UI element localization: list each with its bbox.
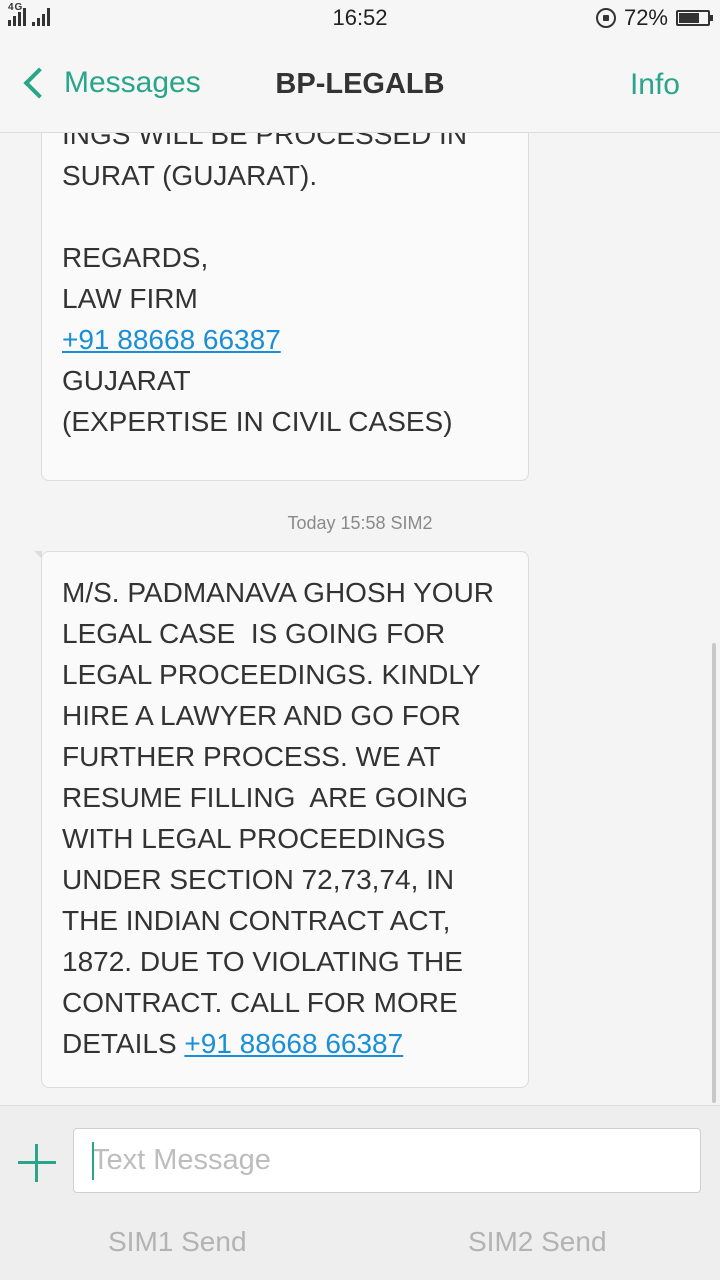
message-line: WITH LEGAL PROCEEDINGS (62, 823, 446, 854)
message-line (62, 196, 508, 237)
message-line: UNDER SECTION 72,73,74, IN (62, 864, 455, 895)
add-attachment-button[interactable] (18, 1144, 56, 1182)
message-line: FURTHER PROCESS. WE AT (62, 741, 441, 772)
message-line: GUJARAT (62, 365, 191, 396)
message-bubble[interactable]: M/S. PADMANAVA GHOSH YOUR LEGAL CASE IS … (34, 551, 529, 1088)
message-bubble[interactable]: INGS WILL BE PROCESSED IN SURAT (GUJARAT… (41, 133, 529, 481)
compose-bar: SIM1 Send SIM2 Send (0, 1105, 720, 1280)
message-input[interactable] (73, 1128, 701, 1193)
conversation-thread[interactable]: INGS WILL BE PROCESSED IN SURAT (GUJARAT… (0, 133, 720, 1105)
phone-link[interactable]: +91 88668 66387 (184, 1028, 403, 1059)
message-line: SURAT (GUJARAT). (62, 160, 318, 191)
message-line: RESUME FILLING ARE GOING (62, 782, 469, 813)
status-bar: 4G 16:52 72% (0, 0, 720, 36)
rotation-lock-icon (595, 8, 616, 28)
message-line: REGARDS, (62, 242, 209, 273)
messages-screen: 4G 16:52 72% Messages BP-LEGALB Info ING… (0, 0, 720, 1280)
message-line: DETAILS (62, 1028, 185, 1059)
info-button[interactable]: Info (630, 68, 680, 102)
message-line: LAW FIRM (62, 283, 198, 314)
sim2-send-button[interactable]: SIM2 Send (468, 1226, 607, 1258)
phone-link[interactable]: +91 88668 66387 (62, 324, 281, 355)
message-line: HIRE A LAWYER AND GO FOR (62, 700, 461, 731)
message-line: (EXPERTISE IN CIVIL CASES) (62, 406, 453, 437)
message-timestamp: Today 15:58 SIM2 (287, 513, 433, 533)
message-line: THE INDIAN CONTRACT ACT, (62, 905, 451, 936)
sim1-send-button[interactable]: SIM1 Send (108, 1226, 247, 1258)
battery-icon (676, 10, 713, 26)
message-line: CONTRACT. CALL FOR MORE (62, 987, 458, 1018)
message-line: LEGAL PROCEEDINGS. KINDLY (62, 659, 481, 690)
battery-percent: 72% (623, 5, 668, 30)
status-right: 72% (595, 5, 713, 31)
text-cursor (92, 1142, 94, 1180)
conversation-title: BP-LEGALB (275, 68, 445, 100)
message-line: M/S. PADMANAVA GHOSH YOUR (62, 577, 495, 608)
scrollbar[interactable] (712, 643, 716, 1103)
message-line: LEGAL CASE IS GOING FOR (62, 618, 446, 649)
nav-bar: Messages BP-LEGALB Info (0, 36, 720, 133)
message-line: INGS WILL BE PROCESSED IN (62, 133, 468, 150)
message-line: 1872. DUE TO VIOLATING THE (62, 946, 463, 977)
